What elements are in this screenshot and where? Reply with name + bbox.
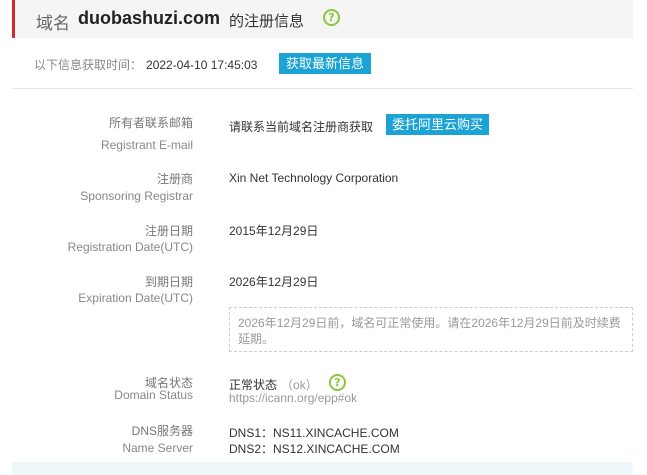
expiration-date-value: 2026年12月29日 — [229, 275, 319, 289]
divider — [12, 88, 633, 89]
status-link[interactable]: https://icann.org/epp#ok — [229, 391, 357, 405]
registration-label-cn: 注册日期 — [144, 224, 193, 238]
fetch-time-row: 以下信息获取时间： 2022-04-10 17:45:03 — [34, 56, 257, 73]
status-value: 正常状态 — [229, 378, 278, 392]
dns-server-1: DNS1：NS11.XINCACHE.COM — [229, 426, 399, 440]
email-label-en: Registrant E-mail — [100, 138, 193, 152]
header-suffix: 的注册信息 — [229, 13, 305, 30]
status-code: （ok） — [281, 378, 318, 392]
dns-label-en: Name Server — [122, 441, 193, 455]
domain-name-title: duobashuzi.com — [78, 8, 221, 28]
dns-label-cn: DNS服务器 — [131, 424, 193, 438]
fetch-time-label: 以下信息获取时间： — [34, 58, 143, 72]
help-icon[interactable]: ? — [323, 9, 340, 26]
registrar-label-cn: 注册商 — [156, 172, 193, 186]
status-label-en: Domain Status — [114, 388, 193, 402]
registration-date-value: 2015年12月29日 — [229, 224, 319, 238]
next-section-strip — [12, 462, 633, 475]
status-help-icon[interactable]: ? — [329, 374, 346, 391]
header-prefix: 域名 — [36, 14, 70, 33]
expiration-label-cn: 到期日期 — [144, 275, 193, 289]
fetch-time-value: 2022-04-10 17:45:03 — [146, 58, 258, 72]
email-label-cn: 所有者联系邮箱 — [108, 116, 193, 130]
dns-server-2: DNS2：NS12.XINCACHE.COM — [229, 442, 400, 456]
refresh-info-button[interactable]: 获取最新信息 — [279, 53, 371, 74]
delegate-purchase-button[interactable]: 委托阿里云购买 — [386, 114, 489, 135]
registrar-label-en: Sponsoring Registrar — [80, 189, 193, 203]
expiration-label-en: Expiration Date(UTC) — [78, 291, 193, 305]
registrar-value: Xin Net Technology Corporation — [229, 171, 399, 185]
email-value: 请联系当前域名注册商获取 — [229, 120, 374, 134]
registration-label-en: Registration Date(UTC) — [67, 240, 193, 254]
expiration-note: 2026年12月29日前，域名可正常使用。请在2026年12月29日前及时续费延… — [229, 307, 633, 352]
domain-info-header: 域名 duobashuzi.com 的注册信息 ? — [12, 0, 633, 38]
